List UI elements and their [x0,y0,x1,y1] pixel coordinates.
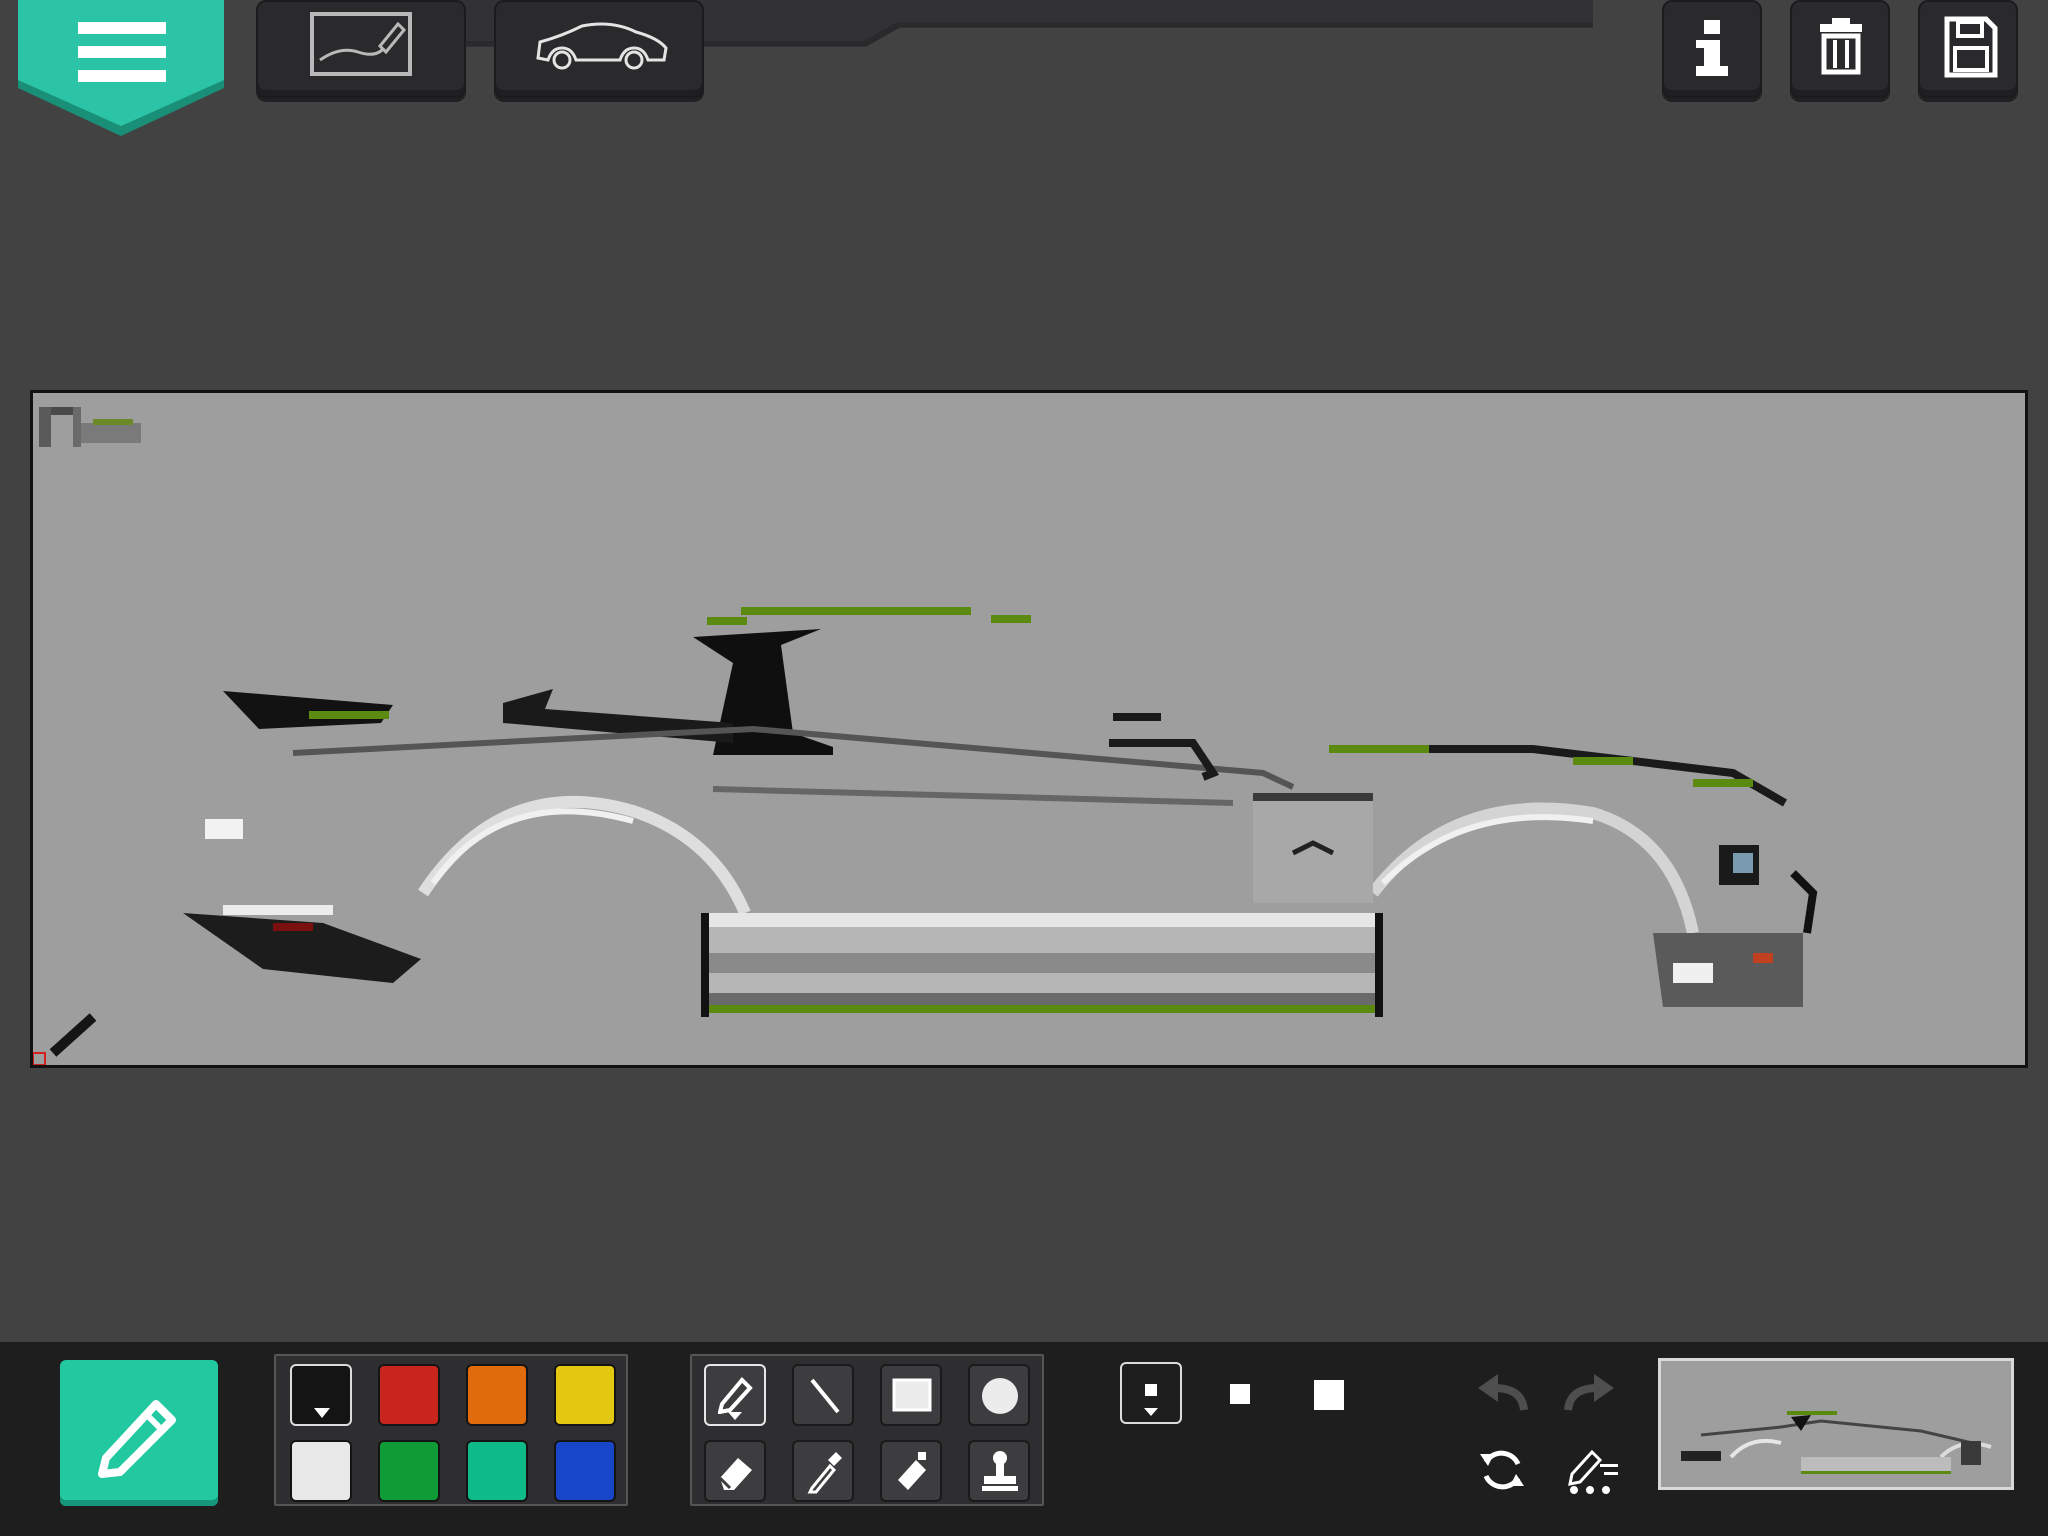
brush-size-small[interactable] [1120,1362,1182,1424]
small-logo-mark [39,407,141,447]
selected-indicator-icon [314,1408,330,1418]
line-tool-button[interactable] [792,1364,854,1426]
pencil-icon [718,1377,753,1414]
car-template-button[interactable] [494,0,704,98]
stamp-icon [982,1451,1018,1491]
circle-icon [982,1378,1018,1414]
car-preview [1681,1411,1992,1474]
swatch-orange[interactable] [466,1364,528,1426]
swatch-red[interactable] [378,1364,440,1426]
swatch-green[interactable] [378,1440,440,1502]
dropdown-indicator-icon [728,1412,742,1420]
eraser-icon [718,1458,752,1490]
swatch-blue[interactable] [554,1440,616,1502]
draw-mode-button[interactable] [256,0,466,98]
canvas-preview-thumbnail[interactable] [1658,1358,2014,1490]
pencil-tool-button[interactable] [704,1364,766,1426]
circle-tool-button[interactable] [968,1364,1030,1426]
tools-panel [690,1354,1044,1506]
freehand-draw-icon [310,12,412,76]
symmetry-brush-icon[interactable] [1564,1444,1622,1494]
save-button[interactable] [1918,0,2018,98]
eyedropper-icon [807,1452,842,1494]
spray-can-icon [898,1452,926,1490]
stamp-tool-button[interactable] [968,1440,1030,1502]
rotate-icon[interactable] [1478,1446,1526,1494]
info-button[interactable] [1662,0,1762,98]
color-palette [274,1354,628,1506]
eyedropper-tool-button[interactable] [792,1440,854,1502]
drawing-canvas[interactable] [30,390,2028,1068]
current-tool-button[interactable] [60,1360,218,1506]
eraser-tool-button[interactable] [704,1440,766,1502]
save-icon [1944,16,1998,78]
hamburger-icon [78,22,166,82]
delete-button[interactable] [1790,0,1890,98]
car-outline-icon [536,22,668,70]
selected-indicator-icon [1144,1408,1158,1416]
trash-icon [1820,18,1862,75]
spray-tool-button[interactable] [880,1440,942,1502]
swatch-white[interactable] [290,1440,352,1502]
car-drawing [33,407,1818,1065]
rectangle-icon [892,1378,932,1412]
info-icon [1696,20,1728,76]
line-icon [810,1378,840,1414]
redo-icon[interactable] [1562,1372,1618,1414]
pencil-icon [98,1400,176,1478]
brush-size-large[interactable] [1314,1380,1344,1410]
undo-icon[interactable] [1474,1372,1530,1414]
brush-size-medium[interactable] [1230,1384,1250,1404]
main-menu-button[interactable] [14,0,228,140]
swatch-yellow[interactable] [554,1364,616,1426]
rectangle-tool-button[interactable] [880,1364,942,1426]
swatch-teal[interactable] [466,1440,528,1502]
swatch-black[interactable] [290,1364,352,1426]
